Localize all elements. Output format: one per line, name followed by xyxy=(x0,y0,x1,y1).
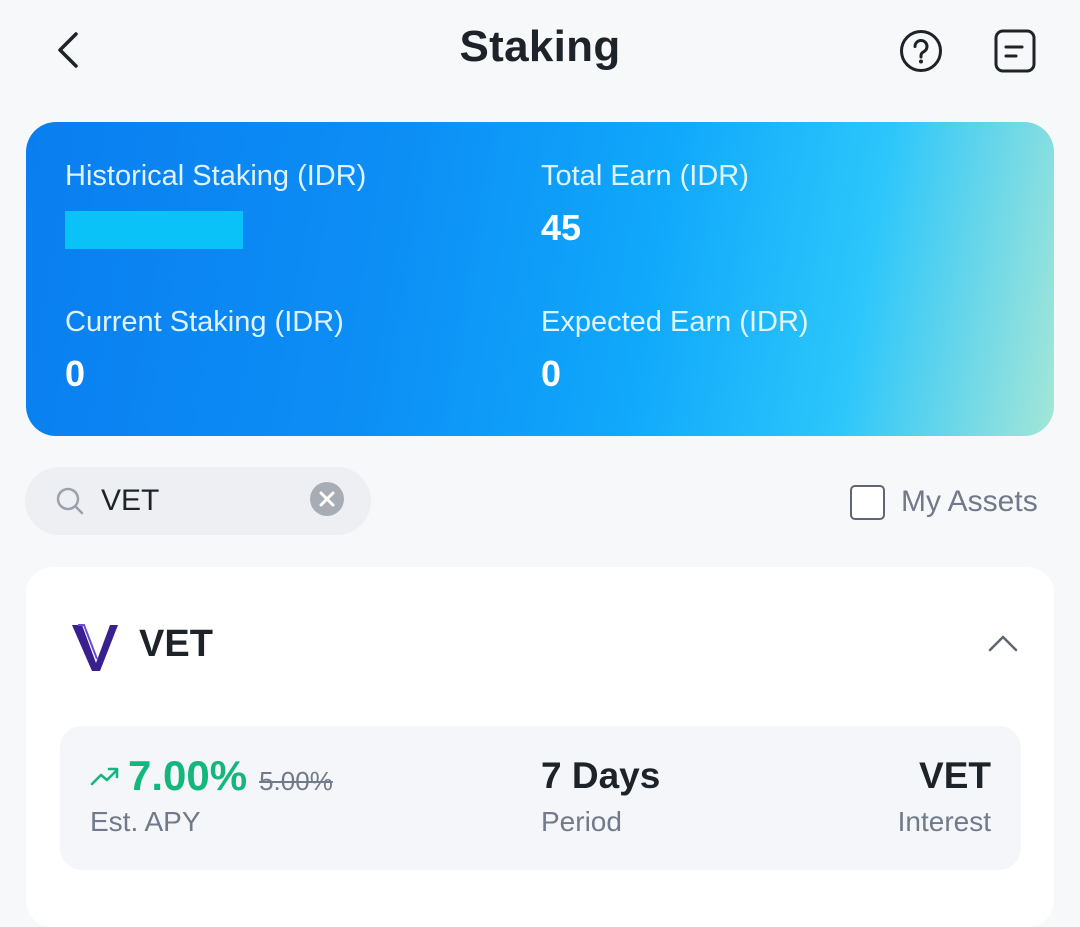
historical-staking-value-masked xyxy=(65,211,243,249)
total-earn-value: 45 xyxy=(541,207,582,248)
vechain-logo-icon xyxy=(72,624,118,671)
interest-value: VET xyxy=(919,755,991,796)
apy-group: 7.00% 5.00% Est. APY xyxy=(90,752,333,838)
interest-label: Interest xyxy=(897,806,991,837)
header-bar: Staking xyxy=(0,0,1080,100)
question-circle-icon xyxy=(900,30,942,72)
search-icon xyxy=(56,487,84,515)
current-staking-stat: Current Staking (IDR) 0 xyxy=(65,306,344,395)
current-staking-label: Current Staking (IDR) xyxy=(65,306,344,338)
current-staking-value: 0 xyxy=(65,353,86,394)
period-group: 7 Days Period xyxy=(541,752,660,838)
search-input[interactable] xyxy=(101,479,311,523)
clear-circle-icon xyxy=(310,482,344,516)
records-button[interactable] xyxy=(992,28,1038,74)
my-assets-label: My Assets xyxy=(901,485,1038,518)
document-list-icon xyxy=(994,29,1036,73)
expected-earn-value: 0 xyxy=(541,353,562,394)
apy-label: Est. APY xyxy=(90,806,201,837)
staking-summary-card: Historical Staking (IDR) Total Earn (IDR… xyxy=(26,122,1054,436)
historical-staking-label: Historical Staking (IDR) xyxy=(65,160,367,192)
apy-value: 7.00% xyxy=(128,752,248,799)
expected-earn-label: Expected Earn (IDR) xyxy=(541,306,809,338)
trending-up-icon xyxy=(90,767,119,786)
total-earn-label: Total Earn (IDR) xyxy=(541,160,749,192)
collapse-button[interactable] xyxy=(986,631,1020,655)
my-assets-filter[interactable]: My Assets xyxy=(850,482,1038,522)
expected-earn-stat: Expected Earn (IDR) 0 xyxy=(541,306,809,395)
apy-old-value: 5.00% xyxy=(259,766,333,796)
period-label: Period xyxy=(541,806,622,837)
historical-staking-stat: Historical Staking (IDR) xyxy=(65,160,366,249)
help-button[interactable] xyxy=(898,28,944,74)
period-value: 7 Days xyxy=(541,755,661,796)
chevron-up-icon xyxy=(988,635,1018,652)
total-earn-stat: Total Earn (IDR) 45 xyxy=(541,160,749,249)
my-assets-checkbox[interactable] xyxy=(850,484,885,520)
clear-search-button[interactable] xyxy=(309,481,345,517)
coin-name: VET xyxy=(139,623,213,665)
product-detail-box[interactable]: 7.00% 5.00% Est. APY 7 Days Period VET I… xyxy=(60,726,1021,870)
interest-group: VET Interest xyxy=(898,752,991,838)
product-card-vet[interactable]: VET 7.00% 5.00% Est. APY 7 Days Period V… xyxy=(26,567,1054,927)
